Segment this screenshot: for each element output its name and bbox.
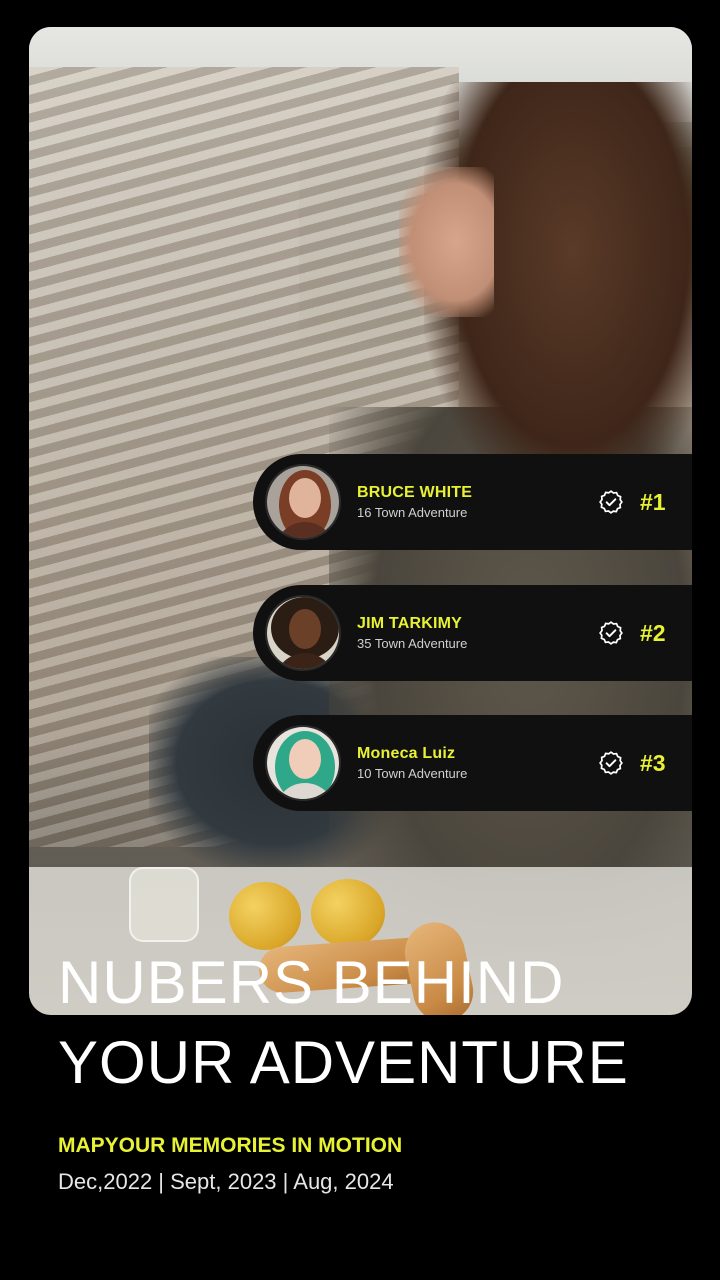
verified-badge-icon: [599, 490, 623, 514]
avatar: [265, 725, 341, 801]
avatar: [265, 464, 341, 540]
verified-badge-icon: [599, 621, 623, 645]
verified-badge-icon: [599, 751, 623, 775]
lemon: [311, 879, 385, 947]
headline-line-2: YOUR ADVENTURE: [58, 1029, 629, 1096]
user-subtitle: 10 Town Adventure: [357, 766, 468, 781]
user-subtitle: 35 Town Adventure: [357, 636, 468, 651]
avatar: [265, 595, 341, 671]
headline-line-1: NUBERS BEHIND: [58, 949, 565, 1016]
leaderboard-card-3[interactable]: Moneca Luiz 10 Town Adventure #3: [253, 715, 692, 811]
leaderboard-card-1[interactable]: BRUCE WHITE 16 Town Adventure #1: [253, 454, 692, 550]
rank-number: #3: [640, 749, 666, 776]
user-name: JIM TARKIMY: [357, 615, 463, 632]
date-range: Dec,2022 | Sept, 2023 | Aug, 2024: [58, 1169, 394, 1194]
rank-number: #1: [640, 488, 666, 515]
tagline: MAPYOUR MEMORIES IN MOTION: [58, 1134, 403, 1157]
leaderboard-card-2[interactable]: JIM TARKIMY 35 Town Adventure #2: [253, 585, 692, 681]
user-name: Moneca Luiz: [357, 745, 456, 762]
user-subtitle: 16 Town Adventure: [357, 505, 468, 520]
wine-glass: [129, 867, 199, 942]
rank-number: #2: [640, 619, 666, 646]
lemon: [229, 882, 301, 950]
user-name: BRUCE WHITE: [357, 484, 473, 501]
woman-face: [399, 167, 494, 317]
